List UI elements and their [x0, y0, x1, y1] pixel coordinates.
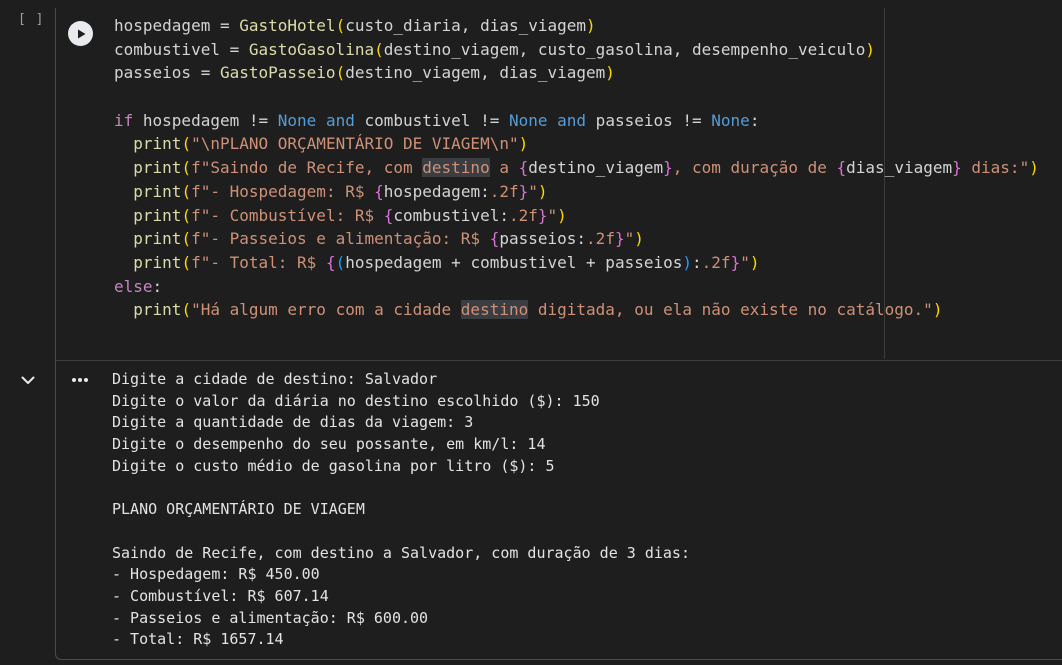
output-actions-button[interactable] [70, 370, 90, 390]
output-line: Digite o desempenho do seu possante, em … [112, 435, 546, 454]
output-line: - Passeios e alimentação: R$ 600.00 [112, 608, 429, 627]
play-circle-icon [77, 29, 85, 38]
output-line: Saindo de Recife, com destino a Salvador… [112, 543, 690, 562]
execution-count: [ ] [18, 12, 45, 27]
code-line-3: passeios = GastoPasseio(destino_viagem, … [114, 63, 615, 83]
code-line-6: print("\nPLANO ORÇAMENTÁRIO DE VIAGEM\n"… [133, 134, 529, 154]
chevron-down-icon [21, 376, 35, 384]
code-line-8: print(f"- Hospedagem: R$ {hospedagem:.2f… [133, 181, 548, 201]
output-divider [56, 360, 1062, 361]
more-horizontal-icon [72, 378, 88, 382]
output-line: Digite a quantidade de dias da viagem: 3 [112, 413, 474, 432]
output-line: PLANO ORÇAMENTÁRIO DE VIAGEM [112, 500, 365, 519]
code-line-5: if hospedagem != None and combustivel !=… [114, 110, 760, 130]
colab-notebook: [ ] hospedagem = GastoHotel(custo_diaria… [0, 0, 1062, 665]
code-line-13: print("Há algum erro com a cidade destin… [133, 300, 943, 320]
code-line-12: else: [114, 276, 163, 296]
code-content[interactable]: hospedagem = GastoHotel(custo_diaria, di… [114, 14, 1039, 322]
output-line: - Combustível: R$ 607.14 [112, 586, 329, 605]
output-line: Digite o custo médio de gasolina por lit… [112, 456, 555, 475]
output-line: - Hospedagem: R$ 450.00 [112, 565, 320, 584]
output-line: - Total: R$ 1657.14 [112, 630, 284, 649]
code-line-9: print(f"- Combustível: R$ {combustivel:.… [133, 205, 567, 225]
output-line: Digite o valor da diária no destino esco… [112, 391, 600, 410]
code-line-1: hospedagem = GastoHotel(custo_diaria, di… [114, 16, 596, 35]
code-line-11: print(f"- Total: R$ {(hospedagem + combu… [133, 252, 760, 272]
code-line-7: print(f"Saindo de Recife, com destino a … [133, 158, 1039, 178]
collapse-output-button[interactable] [20, 372, 36, 388]
run-cell-button[interactable] [68, 21, 93, 46]
output-line: Digite a cidade de destino: Salvador [112, 370, 438, 388]
cell-output: Digite a cidade de destino: Salvador Digi… [112, 369, 690, 651]
code-line-10: print(f"- Passeios e alimentação: R$ {pa… [133, 229, 644, 249]
code-line-2: combustivel = GastoGasolina(destino_viag… [114, 39, 876, 59]
